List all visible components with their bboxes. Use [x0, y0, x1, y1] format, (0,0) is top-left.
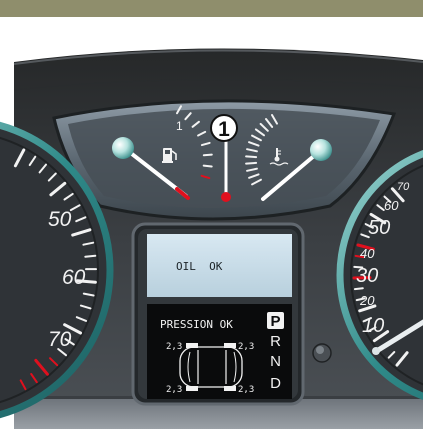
right-gauge-tick [353, 287, 364, 291]
fuel-gauge-tick [202, 153, 213, 157]
gear-letter-p: P [270, 313, 280, 330]
tyre-pressure-rear-right: 2,3 [238, 385, 254, 395]
tyre-front-right [224, 343, 236, 348]
gear-letter-n: N [270, 353, 281, 370]
fuel-gauge-knob [112, 137, 134, 159]
fuel-gauge-top-mark: 1 [176, 119, 183, 133]
temperature-gauge-tick [245, 155, 258, 159]
oil-status-text: OIL OK [176, 260, 223, 273]
right-gauge-label-10: 10 [362, 315, 384, 337]
right-gauge-label-70: 70 [397, 181, 410, 193]
trip-reset-knob [312, 343, 332, 363]
tyre-rear-left [186, 386, 198, 391]
header-bar [0, 0, 423, 17]
left-gauge-label-60: 60 [62, 266, 86, 289]
left-gauge-label-70: 70 [48, 328, 72, 351]
left-gauge-tick [84, 254, 97, 258]
right-gauge-label-20: 20 [359, 293, 375, 308]
temperature-gauge-knob [310, 139, 332, 161]
pressure-status-text: PRESSION OK [160, 318, 233, 331]
tyre-rear-right [224, 386, 236, 391]
right-gauge-label-60: 60 [384, 198, 399, 213]
tyre-front-left [186, 343, 198, 348]
gear-letter-r: R [270, 333, 281, 350]
right-gauge-label-40: 40 [360, 246, 375, 261]
gear-letter-d: D [270, 375, 281, 392]
right-gauge-label-30: 30 [356, 265, 378, 287]
center-display: OIL OK PRESSION OK 2,3 2,3 2,3 2,3 P R N… [131, 222, 305, 406]
right-gauge-label-50: 50 [368, 217, 390, 239]
fuel-gauge-tick [202, 164, 213, 168]
dashboard-illustration: 50 60 70 70 60 50 40 30 20 10 1 1 OIL OK… [0, 0, 423, 429]
tyre-pressure-front-left: 2,3 [166, 342, 182, 352]
callout-number: 1 [218, 118, 230, 141]
tyre-pressure-rear-left: 2,3 [166, 385, 182, 395]
temperature-gauge-tick [245, 161, 258, 165]
left-gauge-label-50: 50 [48, 208, 72, 231]
callout-dot [221, 192, 231, 202]
tyre-pressure-front-right: 2,3 [238, 342, 254, 352]
